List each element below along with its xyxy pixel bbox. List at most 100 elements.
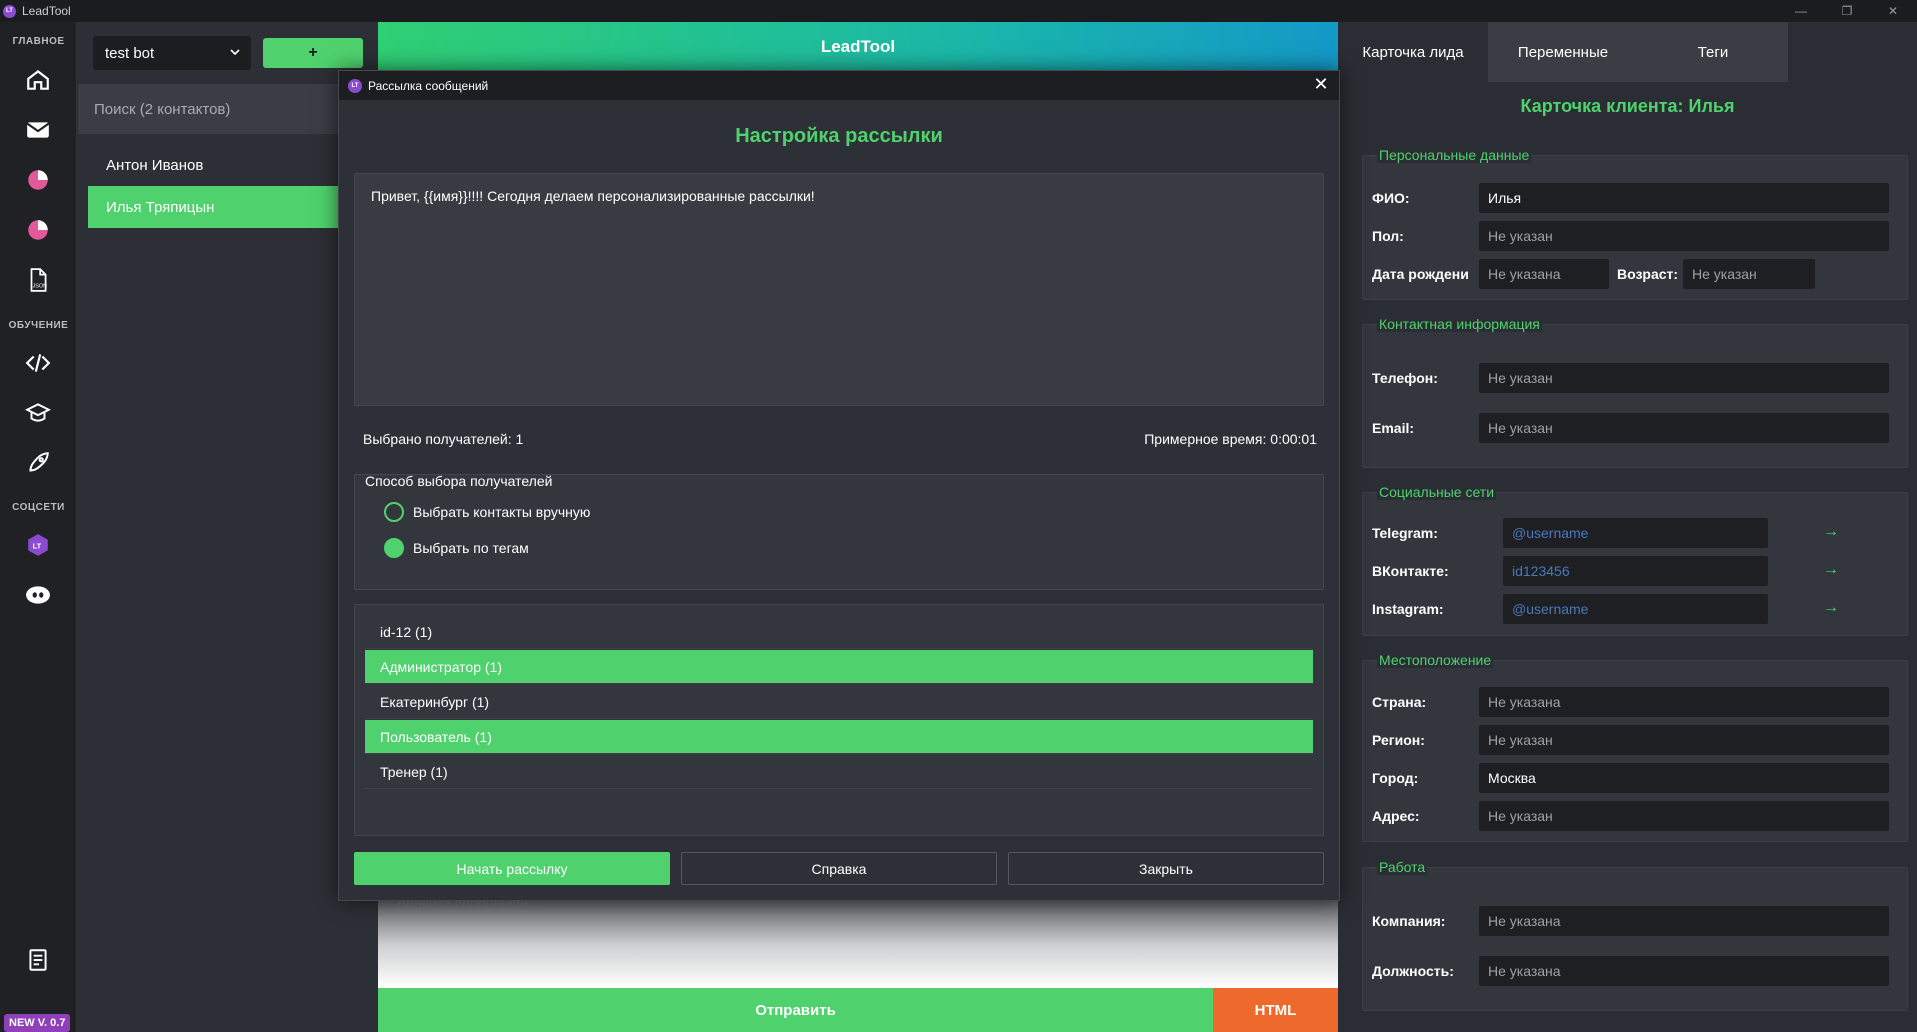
pie-chart-icon[interactable] (23, 215, 53, 245)
eye-icon[interactable] (23, 580, 53, 610)
svg-text:LT: LT (33, 541, 42, 550)
minimize-button[interactable]: — (1778, 0, 1824, 22)
dialog-window-title: Рассылка сообщений (368, 78, 489, 93)
start-broadcast-button[interactable]: Начать рассылку (354, 852, 670, 885)
tag-item-selected[interactable]: Администратор (1) (365, 650, 1313, 684)
phone-row: Телефон: Не указан (1363, 363, 1909, 393)
json-file-icon[interactable]: JSON (23, 265, 53, 295)
restore-button[interactable]: ❐ (1824, 0, 1870, 22)
company-field[interactable]: Не указана (1479, 906, 1889, 936)
app-logo-icon: LT (3, 4, 16, 18)
age-field[interactable]: Не указан (1683, 259, 1815, 289)
field-label: Telegram: (1372, 525, 1438, 541)
add-bot-button[interactable]: + (263, 38, 363, 68)
code-icon[interactable] (23, 348, 53, 378)
instagram-field[interactable]: @username (1503, 594, 1768, 624)
position-row: Должность: Не указана (1363, 956, 1909, 986)
window-title: LeadTool (22, 4, 71, 18)
arrow-right-icon[interactable]: → (1823, 561, 1839, 579)
radio-manual[interactable]: Выбрать контакты вручную (384, 502, 590, 522)
help-button[interactable]: Справка (681, 852, 997, 885)
home-icon[interactable] (23, 65, 53, 95)
chevron-down-icon (229, 45, 241, 62)
position-field[interactable]: Не указана (1479, 956, 1889, 986)
telegram-row: Telegram: @username → (1363, 518, 1909, 548)
tag-item[interactable]: id-12 (1) (365, 615, 1313, 649)
tag-list: id-12 (1) Администратор (1) Екатеринбург… (354, 604, 1324, 836)
radio-by-tags[interactable]: Выбрать по тегам (384, 538, 529, 558)
recipients-count: Выбрано получателей: 1 (363, 431, 524, 447)
tab-lead-card[interactable]: Карточка лида (1338, 22, 1488, 82)
contact-item[interactable]: Антон Иванов (88, 144, 368, 186)
fio-field[interactable]: Илья (1479, 183, 1889, 213)
radio-label: Выбрать контакты вручную (413, 504, 591, 520)
contact-search-input[interactable]: Поиск (2 контактов) (78, 84, 378, 134)
address-row: Адрес: Не указан (1363, 801, 1909, 831)
field-label: Телефон: (1372, 370, 1438, 386)
field-label: ВКонтакте: (1372, 563, 1449, 579)
estimated-time: Примерное время: 0:00:01 (1144, 431, 1317, 447)
close-window-button[interactable]: ✕ (1870, 0, 1916, 22)
gender-field[interactable]: Не указан (1479, 221, 1889, 251)
graduation-cap-icon[interactable] (23, 398, 53, 428)
send-button[interactable]: Отправить (378, 988, 1213, 1032)
field-label: Адрес: (1372, 808, 1420, 824)
birth-field[interactable]: Не указана (1479, 259, 1609, 289)
section-learning-label: ОБУЧЕНИЕ (8, 320, 69, 331)
message-textarea[interactable]: Привет, {{имя}}!!!! Сегодня делаем персо… (354, 173, 1324, 406)
version-badge[interactable]: NEW V. 0.7 (4, 1014, 71, 1032)
card-title: Карточка клиента: Илья (1520, 96, 1735, 116)
dialog-title: Настройка рассылки (735, 125, 943, 147)
document-icon[interactable] (23, 945, 53, 975)
personal-group: Персональные данные ФИО: Илья Пол: Не ук… (1362, 147, 1908, 300)
city-field[interactable]: Москва (1479, 763, 1889, 793)
rocket-icon[interactable] (23, 448, 53, 478)
address-field[interactable]: Не указан (1479, 801, 1889, 831)
group-title: Контактная информация (1377, 316, 1542, 332)
field-label: Должность: (1372, 963, 1454, 979)
tab-tags[interactable]: Теги (1638, 22, 1788, 82)
tag-item[interactable]: Екатеринбург (1) (365, 685, 1313, 719)
close-icon[interactable]: ✕ (1311, 74, 1331, 94)
social-group: Социальные сети Telegram: @username → ВК… (1362, 484, 1909, 636)
email-field[interactable]: Не указан (1479, 413, 1889, 443)
leadtool-logo-icon[interactable]: LT (23, 530, 53, 560)
contacts-panel: test bot + Поиск (2 контактов) Антон Ива… (78, 22, 378, 1032)
telegram-field[interactable]: @username (1503, 518, 1768, 548)
arrow-right-icon[interactable]: → (1823, 599, 1839, 617)
region-field[interactable]: Не указан (1479, 725, 1889, 755)
field-label: ФИО: (1372, 190, 1410, 206)
dialog-titlebar: LT Рассылка сообщений ✕ (339, 71, 1339, 100)
field-label: Регион: (1372, 732, 1425, 748)
bot-select[interactable]: test bot (93, 36, 251, 70)
contact-item-selected[interactable]: Илья Тряпицын (88, 186, 368, 228)
company-row: Компания: Не указана (1363, 906, 1909, 936)
sidebar-rail: ГЛАВНОЕ JSON ОБУЧЕНИЕ СОЦСЕТИ LT NEW V. … (0, 22, 77, 1032)
region-row: Регион: Не указан (1363, 725, 1909, 755)
window-titlebar: LT LeadTool — ❐ ✕ (0, 0, 1917, 22)
tag-item-selected[interactable]: Пользователь (1) (365, 720, 1313, 754)
tag-item[interactable]: Тренер (1) (365, 755, 1313, 789)
section-main-label: ГЛАВНОЕ (12, 36, 65, 47)
mail-icon[interactable] (23, 115, 53, 145)
city-row: Город: Москва (1363, 763, 1909, 793)
field-label: Страна: (1372, 694, 1427, 710)
vk-field[interactable]: id123456 (1503, 556, 1768, 586)
arrow-right-icon[interactable]: → (1823, 523, 1839, 541)
tab-variables[interactable]: Переменные (1488, 22, 1638, 82)
group-title: Персональные данные (1377, 147, 1532, 163)
field-label: Instagram: (1372, 601, 1444, 617)
field-label: Компания: (1372, 913, 1446, 929)
phone-field[interactable]: Не указан (1479, 363, 1889, 393)
pie-chart-icon[interactable] (23, 165, 53, 195)
field-label: Пол: (1372, 228, 1404, 244)
field-label: Город: (1372, 770, 1419, 786)
chat-header: LeadTool (378, 22, 1338, 72)
html-button[interactable]: HTML (1213, 988, 1338, 1032)
field-label: Email: (1372, 420, 1415, 436)
email-row: Email: Не указан (1363, 413, 1909, 443)
country-field[interactable]: Не указана (1479, 687, 1889, 717)
close-dialog-button[interactable]: Закрыть (1008, 852, 1324, 885)
contact-name: Антон Иванов (106, 156, 204, 174)
group-legend: Способ выбора получателей (365, 473, 553, 489)
